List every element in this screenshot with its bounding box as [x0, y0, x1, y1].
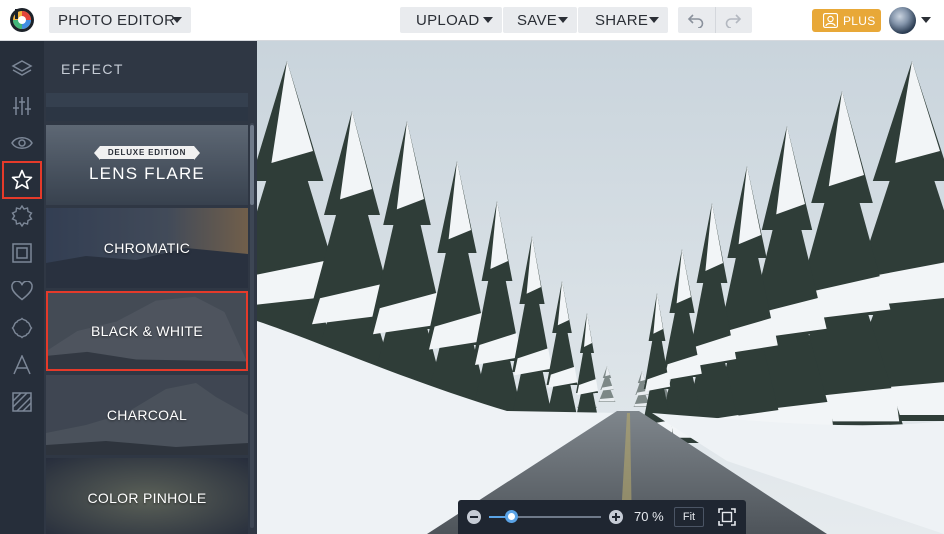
- photo-editor-label: PHOTO EDITOR: [58, 11, 176, 29]
- plus-label: PLUS: [843, 13, 876, 28]
- adjust-sliders-icon[interactable]: [8, 92, 36, 120]
- photo-canvas[interactable]: [257, 41, 944, 534]
- redo-icon[interactable]: [724, 12, 742, 28]
- effect-card-label: COLOR PINHOLE: [87, 490, 207, 506]
- share-label: SHARE: [595, 11, 649, 29]
- badge-icon[interactable]: [8, 202, 36, 230]
- eye-icon[interactable]: [8, 129, 36, 157]
- fit-button[interactable]: Fit: [674, 507, 704, 527]
- share-button[interactable]: SHARE: [578, 7, 668, 33]
- tool-rail: [0, 41, 44, 534]
- effect-card-label: CHARCOAL: [106, 407, 188, 423]
- crown-user-icon: [823, 13, 838, 28]
- chevron-down-icon: [483, 17, 493, 23]
- zoom-out-icon[interactable]: [467, 510, 481, 524]
- effect-card-color-pinhole[interactable]: COLOR PINHOLE: [46, 458, 248, 534]
- save-button[interactable]: SAVE: [503, 7, 577, 33]
- sticker-icon[interactable]: [8, 314, 36, 342]
- lens-flare-content: DELUXE EDITION LENS FLARE: [89, 146, 205, 184]
- deluxe-edition-badge: DELUXE EDITION: [93, 146, 201, 160]
- zoom-bar: 70 % Fit: [458, 500, 746, 534]
- zoom-slider-handle[interactable]: [505, 510, 519, 523]
- snowy-forest-road-photo: [257, 41, 944, 534]
- effect-card-lens-flare[interactable]: DELUXE EDITION LENS FLARE: [46, 125, 248, 205]
- divider: [715, 7, 716, 33]
- save-label: SAVE: [517, 11, 558, 29]
- frame-icon[interactable]: [8, 239, 36, 267]
- heart-icon[interactable]: [8, 277, 36, 305]
- star-icon[interactable]: [2, 161, 42, 199]
- effect-card-label: BLACK & WHITE: [90, 323, 204, 339]
- chevron-down-icon: [172, 17, 182, 23]
- upload-label: UPLOAD: [416, 11, 480, 29]
- panel-scrollbar-thumb[interactable]: [250, 125, 254, 205]
- zoom-level: 70 %: [634, 509, 664, 524]
- panel-title: EFFECT: [61, 61, 124, 77]
- effect-panel: EFFECT DELUXE EDITION LENS FLARE CHROMAT…: [44, 41, 257, 534]
- avatar[interactable]: [889, 7, 916, 34]
- effect-card-chromatic[interactable]: CHROMATIC: [46, 208, 248, 288]
- effect-card-label: LENS FLARE: [89, 164, 205, 183]
- layers-icon[interactable]: [8, 55, 36, 83]
- effect-card-charcoal[interactable]: CHARCOAL: [46, 375, 248, 455]
- text-icon[interactable]: [8, 351, 36, 379]
- texture-icon[interactable]: [8, 388, 36, 416]
- account-chevron-down-icon[interactable]: [921, 17, 931, 23]
- effect-card-partial[interactable]: [46, 93, 248, 121]
- effect-card-black-and-white[interactable]: BLACK & WHITE: [46, 291, 248, 371]
- photo-editor-dropdown[interactable]: PHOTO EDITOR: [49, 7, 191, 33]
- top-bar: PHOTO EDITOR UPLOAD SAVE SHARE PLUS: [0, 0, 944, 41]
- befunky-logo-icon[interactable]: [9, 7, 35, 33]
- effect-card-label: CHROMATIC: [103, 240, 191, 256]
- zoom-in-icon[interactable]: [609, 510, 623, 524]
- chevron-down-icon: [558, 17, 568, 23]
- chevron-down-icon: [649, 17, 659, 23]
- undo-icon[interactable]: [687, 12, 705, 28]
- plus-upgrade-button[interactable]: PLUS: [812, 9, 881, 32]
- history-controls: [678, 7, 752, 33]
- fullscreen-icon[interactable]: [718, 508, 736, 526]
- upload-button[interactable]: UPLOAD: [400, 7, 502, 33]
